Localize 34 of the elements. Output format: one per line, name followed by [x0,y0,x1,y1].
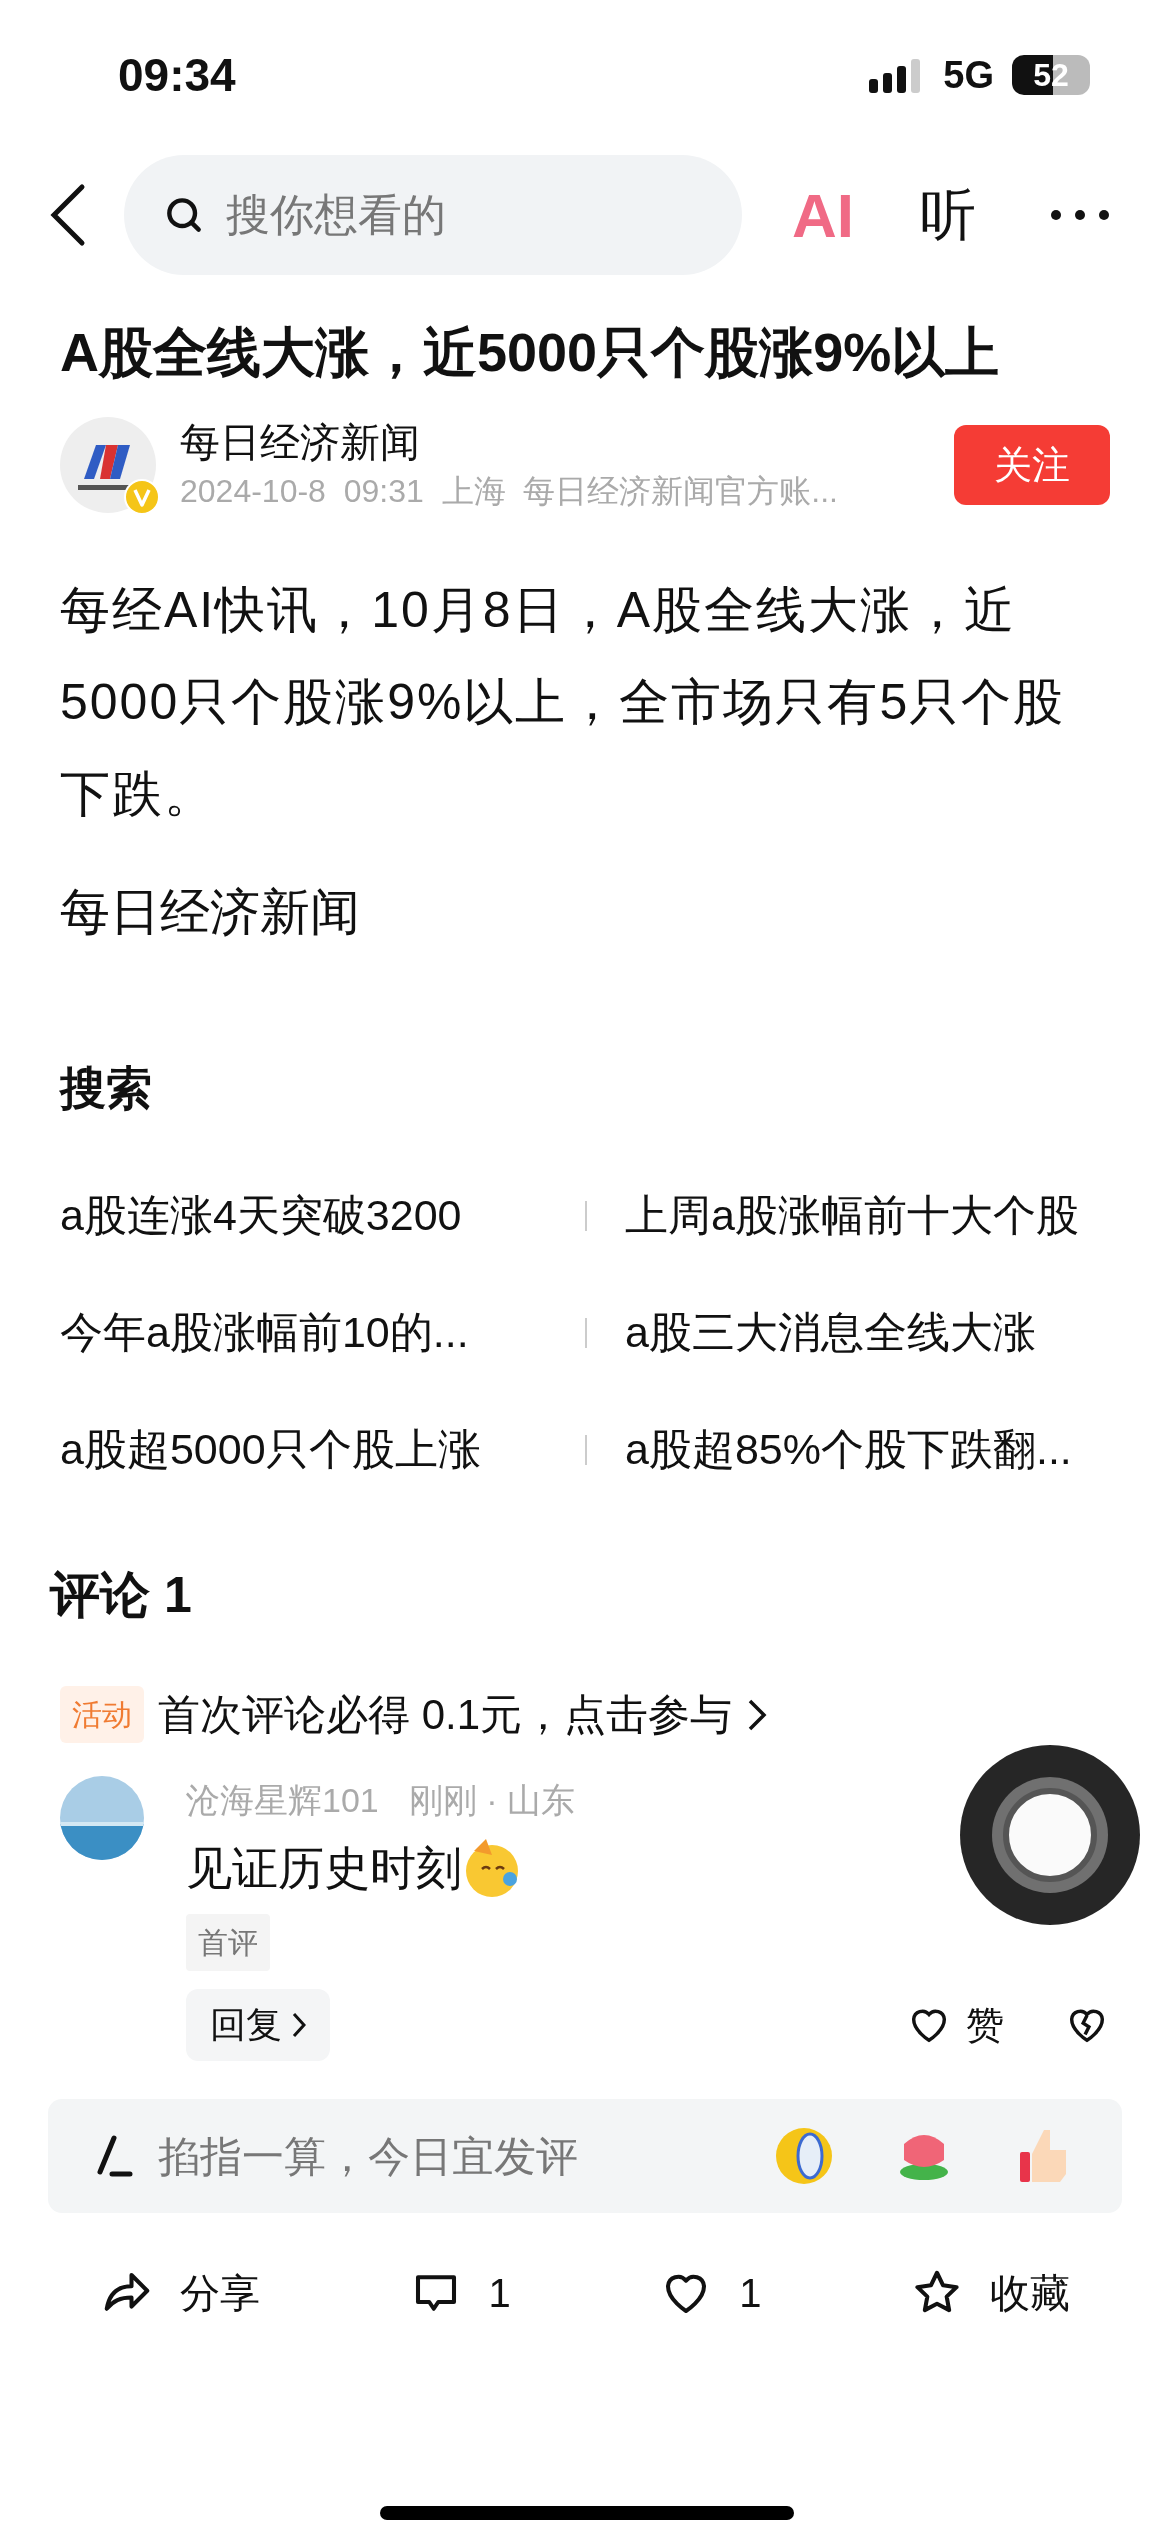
search-suggestion[interactable]: a股三大消息全线大涨 [625,1300,1036,1365]
favorite-button[interactable]: 收藏 [910,2263,1070,2323]
search-suggestion[interactable]: 今年a股涨幅前10的... [60,1300,469,1365]
article-paragraph: 每经AI快讯，10月8日，A股全线大涨，近5000只个股涨9%以上，全市场只有5只个股下跌。 [60,581,1067,824]
comment-input[interactable]: 掐指一算，今日宜发评 [48,2099,1122,2213]
share-button[interactable]: 分享 [100,2263,260,2323]
first-comment-tag: 首评 [186,1914,270,1971]
chevron-right-icon [292,2012,306,2038]
article-meta: 2024-10-8 09:31 上海 每日经济新闻官方账... [180,472,839,511]
search-suggestion[interactable]: a股连涨4天突破3200 [60,1183,462,1248]
comment-button[interactable]: 1 [408,2263,511,2323]
article-title: A股全线大涨，近5000只个股涨9%以上 [60,321,1001,384]
network-label: 5G [943,52,994,98]
search-suggestion[interactable]: a股超5000只个股上涨 [60,1417,481,1482]
comments-heading: 评论 1 [50,1566,193,1625]
status-time: 09:34 [118,47,236,103]
pen-icon [94,2134,134,2178]
comment-text: 见证历史时刻 [186,1841,462,1896]
listen-button[interactable]: 听 [920,173,976,257]
reply-button[interactable]: 回复 [186,1989,330,2061]
search-field[interactable]: 搜你想看的 [124,155,742,275]
article-paragraph: 每日经济新闻 [60,883,361,942]
author-name[interactable]: 每日经济新闻 [180,416,954,468]
activity-tag: 活动 [60,1686,144,1743]
like-button[interactable]: 赞 [906,1996,1004,2054]
promo-link[interactable]: 首次评论必得 0.1元，点击参与 [158,1683,733,1746]
follow-button[interactable]: 关注 [954,425,1110,505]
comment-meta: 刚刚 · 山东 [408,1780,575,1821]
section-heading: 搜索 [60,1061,153,1116]
like-button[interactable]: 1 [659,2263,762,2323]
search-suggestion[interactable]: a股超85%个股下跌翻... [625,1417,1072,1482]
floating-assistive-button[interactable] [960,1745,1140,1925]
search-suggestion[interactable]: 上周a股涨幅前十大个股 [625,1183,1079,1248]
more-icon[interactable] [1050,209,1110,221]
